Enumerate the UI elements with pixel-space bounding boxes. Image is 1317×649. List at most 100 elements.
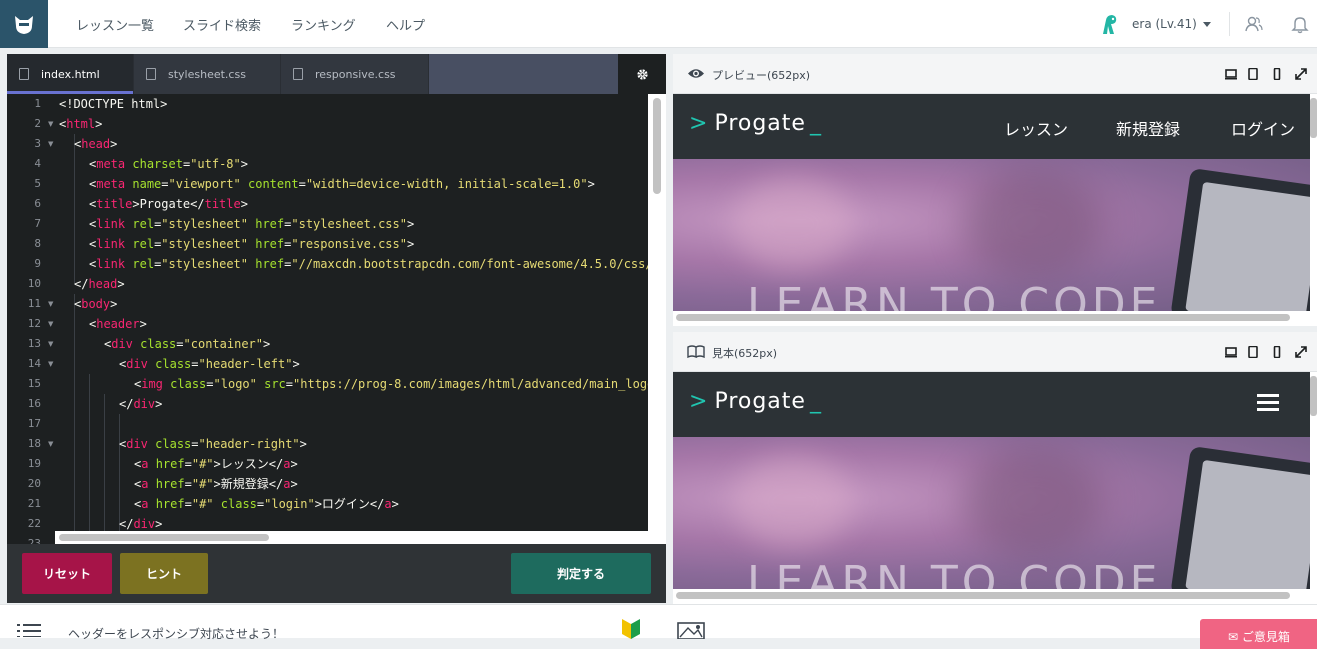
editor-action-bar: リセット ヒント 判定する [7, 544, 666, 603]
line-number: 3 [34, 137, 41, 150]
nav-help[interactable]: ヘルプ [386, 15, 425, 34]
code-line: <head> [74, 137, 118, 151]
fold-arrow-icon[interactable]: ▼ [48, 300, 53, 308]
code-line: <a href="#">新規登録</a> [134, 477, 298, 491]
preview-horizontal-scrollbar[interactable] [673, 311, 1310, 324]
code-line: <div class="container"> [104, 337, 271, 351]
code-line: <meta name="viewport" content="width=dev… [89, 177, 595, 191]
settings-button[interactable] [618, 54, 666, 94]
preview-vertical-scrollbar[interactable] [1310, 94, 1317, 311]
line-number: 5 [34, 177, 41, 190]
hero-image: LEARN TO CODE [673, 437, 1310, 589]
line-number: 1 [34, 97, 41, 110]
site-header: > Progate _ レッスン 新規登録 ログイン [673, 94, 1310, 159]
list-icon[interactable] [17, 623, 41, 637]
code-line: <a href="#">レッスン</a> [134, 457, 298, 471]
preview-viewport[interactable]: LEARN TO CODE > Progate _ レッスン 新規登録 ログイン [673, 94, 1310, 311]
code-line: <div class="header-left"> [119, 357, 300, 371]
file-icon [293, 68, 303, 80]
fold-arrow-icon[interactable]: ▼ [48, 120, 53, 128]
code-line: <img class="logo" src="https://prog-8.co… [134, 377, 648, 391]
fold-arrow-icon[interactable]: ▼ [48, 320, 53, 328]
tablet-view-icon[interactable] [1247, 346, 1259, 358]
code-line: <link rel="stylesheet" href="stylesheet.… [89, 217, 415, 231]
code-line: <a href="#" class="login">ログイン</a> [134, 497, 399, 511]
site-logo[interactable]: > Progate _ [689, 389, 822, 414]
expand-icon[interactable] [1295, 346, 1307, 358]
friends-icon[interactable] [1244, 14, 1264, 34]
user-menu[interactable]: era (Lv.41) [1098, 10, 1211, 38]
site-nav-signup[interactable]: 新規登録 [1116, 116, 1180, 140]
sample-vertical-scrollbar[interactable] [1310, 372, 1317, 589]
judge-button[interactable]: 判定する [511, 553, 651, 594]
line-number: 8 [34, 237, 41, 250]
site-header: > Progate _ [673, 372, 1310, 437]
mobile-view-icon[interactable] [1271, 68, 1283, 80]
code-text-area[interactable]: <!DOCTYPE html> <html> <head> <meta char… [55, 94, 648, 544]
user-avatar-icon [1103, 15, 1117, 34]
code-line: <title>Progate</title> [89, 197, 248, 211]
preview-header: プレビュー(652px) [673, 54, 1317, 94]
feedback-button[interactable]: ✉ ご意見箱 [1200, 619, 1317, 649]
tab-label: stylesheet.css [168, 67, 246, 81]
line-number: 7 [34, 217, 41, 230]
fold-arrow-icon[interactable]: ▼ [48, 340, 53, 348]
line-number: 10 [27, 277, 41, 290]
fold-arrow-icon[interactable]: ▼ [48, 360, 53, 368]
file-tabs: index.html stylesheet.css responsive.css [7, 54, 666, 94]
site-logo[interactable]: > Progate _ [689, 111, 822, 136]
laptop-image [1170, 167, 1310, 311]
code-line: </div> [119, 397, 163, 411]
code-line: </head> [74, 277, 125, 291]
line-number: 19 [27, 457, 41, 470]
code-editor: index.html stylesheet.css responsive.css… [7, 54, 666, 603]
line-number: 16 [27, 397, 41, 410]
site-nav-lesson[interactable]: レッスン [1004, 116, 1068, 140]
progate-logo[interactable] [0, 0, 48, 48]
divider [1229, 12, 1230, 36]
code-line: <link rel="stylesheet" href="responsive.… [89, 237, 415, 251]
bell-icon[interactable] [1290, 14, 1310, 34]
slide-image-icon[interactable] [677, 617, 707, 639]
line-number: 9 [34, 257, 41, 270]
sample-horizontal-scrollbar[interactable] [673, 589, 1310, 602]
line-number: 18 [27, 437, 41, 450]
editor-horizontal-scrollbar[interactable] [55, 531, 648, 544]
nav-ranking[interactable]: ランキング [291, 15, 356, 34]
line-number: 15 [27, 377, 41, 390]
tab-index-html[interactable]: index.html [7, 54, 134, 94]
code-line: <body> [74, 297, 118, 311]
hint-button[interactable]: ヒント [120, 553, 208, 594]
line-number: 17 [27, 417, 41, 430]
code-line: <header> [89, 317, 147, 331]
tablet-view-icon[interactable] [1247, 68, 1259, 80]
hero-image: LEARN TO CODE [673, 159, 1310, 311]
file-icon [146, 68, 156, 80]
tab-responsive-css[interactable]: responsive.css [281, 54, 429, 94]
beginner-mark-icon[interactable] [620, 619, 642, 639]
site-nav-login[interactable]: ログイン [1231, 116, 1295, 140]
code-line: <div class="header-right"> [119, 437, 307, 451]
line-number: 13 [27, 337, 41, 350]
sample-pane: 見本(652px) LEARN TO CODE > Progate _ [673, 332, 1317, 604]
fold-arrow-icon[interactable]: ▼ [48, 440, 53, 448]
fold-arrow-icon[interactable]: ▼ [48, 140, 53, 148]
hamburger-menu-icon[interactable] [1257, 394, 1279, 415]
desktop-view-icon[interactable] [1225, 68, 1237, 80]
bottom-bar: ヘッダーをレスポンシブ対応させよう！ ✉ ご意見箱 [0, 604, 1317, 649]
line-number: 20 [27, 477, 41, 490]
mission-text: ヘッダーをレスポンシブ対応させよう！ [68, 627, 285, 641]
reset-button[interactable]: リセット [22, 553, 112, 594]
eye-icon [688, 69, 704, 78]
sample-viewport[interactable]: LEARN TO CODE > Progate _ [673, 372, 1310, 589]
line-number: 6 [34, 197, 41, 210]
tab-label: responsive.css [315, 67, 396, 81]
expand-icon[interactable] [1295, 68, 1307, 80]
nav-slide-search[interactable]: スライド検索 [183, 15, 261, 34]
line-number: 2 [34, 117, 41, 130]
nav-lesson-list[interactable]: レッスン一覧 [76, 15, 154, 34]
tab-stylesheet-css[interactable]: stylesheet.css [134, 54, 281, 94]
mobile-view-icon[interactable] [1271, 346, 1283, 358]
desktop-view-icon[interactable] [1225, 346, 1237, 358]
editor-vertical-scrollbar[interactable] [648, 94, 666, 544]
